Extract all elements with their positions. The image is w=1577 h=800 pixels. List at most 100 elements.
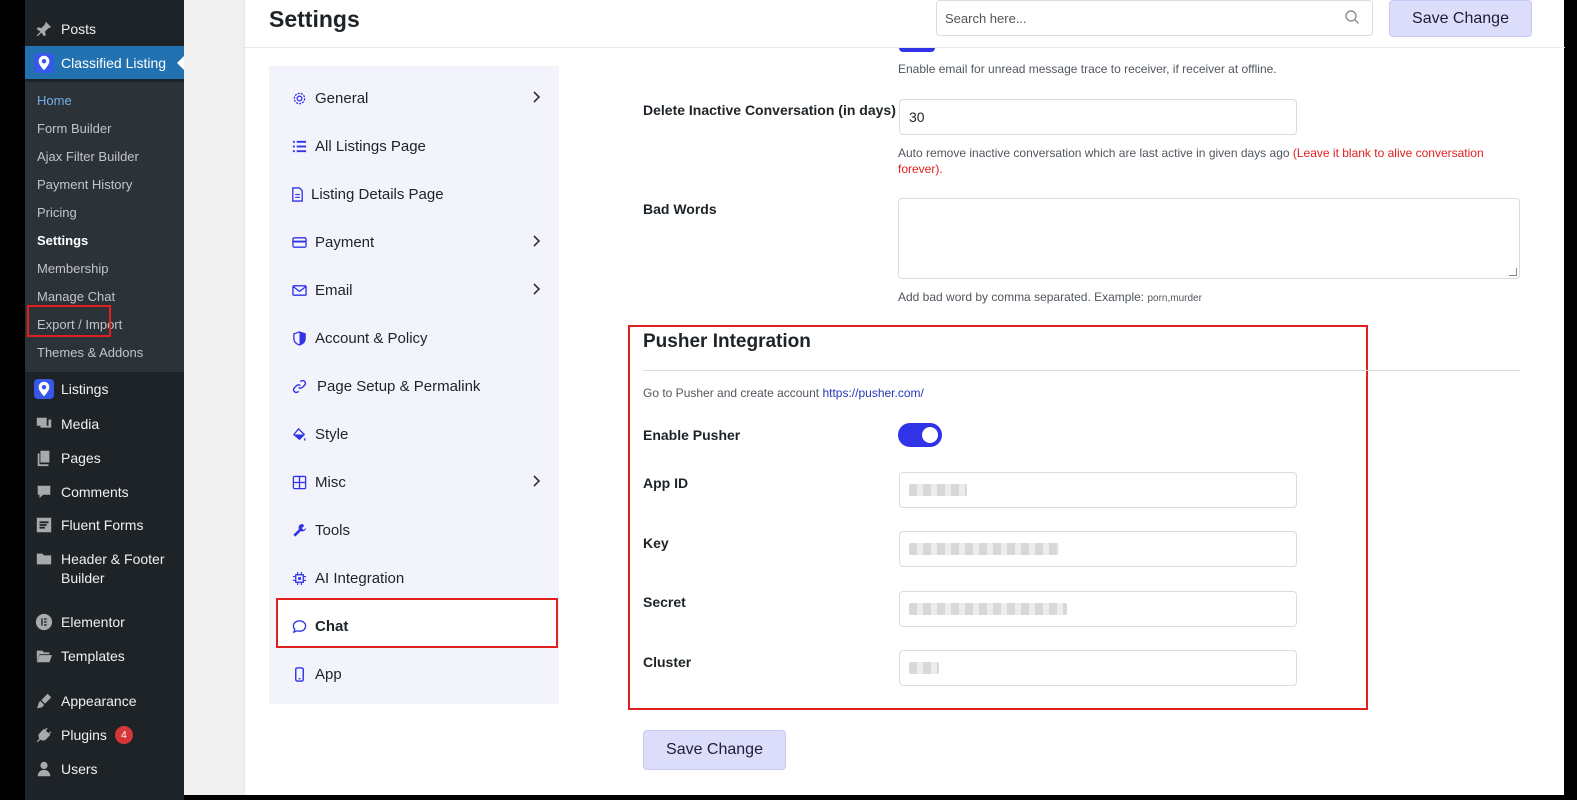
menu-header-footer[interactable]: Header & Footer: [25, 548, 184, 570]
delete-inactive-input[interactable]: 30: [899, 99, 1297, 135]
submenu-themes-addons[interactable]: Themes & Addons: [37, 345, 143, 360]
enable-pusher-toggle[interactable]: [898, 423, 942, 447]
chevron-right-icon: [533, 91, 541, 103]
nav-chat[interactable]: Chat: [269, 604, 559, 648]
pusher-link[interactable]: https://pusher.com/: [822, 386, 923, 400]
envelope-icon: [291, 282, 307, 298]
submenu-membership[interactable]: Membership: [37, 261, 109, 276]
search-input[interactable]: [937, 1, 1317, 35]
menu-elementor[interactable]: Elementor: [25, 611, 184, 633]
nav-tools[interactable]: Tools: [269, 508, 559, 552]
nav-label: General: [315, 89, 369, 107]
help-text: Add bad word by comma separated. Example…: [898, 290, 1148, 304]
menu-listings[interactable]: Listings: [25, 378, 184, 400]
pusher-section-title: Pusher Integration: [643, 331, 811, 352]
chevron-right-icon: [533, 283, 541, 295]
chat-settings-form: Enable email for unread message trace to…: [628, 48, 1535, 795]
app-id-input[interactable]: [899, 472, 1297, 508]
bad-words-label: Bad Words: [643, 201, 717, 217]
gear-icon: [291, 90, 307, 106]
nav-style[interactable]: Style: [269, 412, 559, 456]
menu-classified-listing[interactable]: Classified Listing: [25, 46, 185, 79]
cluster-input[interactable]: [899, 650, 1297, 686]
form-icon: [34, 515, 54, 535]
settings-panel: Settings Save Change General All Listing…: [244, 0, 1565, 795]
menu-label-line-2: Builder: [61, 570, 105, 586]
nav-listing-details-page[interactable]: Listing Details Page: [269, 172, 559, 216]
user-icon: [34, 759, 54, 779]
submenu-ajax-filter-builder[interactable]: Ajax Filter Builder: [37, 149, 139, 164]
key-label: Key: [643, 535, 669, 551]
resize-handle-icon[interactable]: [1509, 268, 1517, 276]
nav-misc[interactable]: Misc: [269, 460, 559, 504]
settings-highlight-box: [27, 305, 111, 337]
folder-open-icon: [34, 646, 54, 666]
menu-pages[interactable]: Pages: [25, 447, 184, 469]
menu-plugins[interactable]: Plugins 4: [25, 724, 184, 746]
mobile-icon: [291, 666, 307, 682]
menu-label: Posts: [61, 21, 97, 37]
page-title: Settings: [269, 6, 360, 32]
menu-label: Listings: [61, 381, 109, 397]
menu-label: Fluent Forms: [61, 517, 144, 533]
menu-appearance[interactable]: Appearance: [25, 690, 184, 712]
submenu-manage-chat[interactable]: Manage Chat: [37, 289, 115, 304]
secret-input[interactable]: [899, 591, 1297, 627]
menu-media[interactable]: Media: [25, 413, 184, 435]
credit-card-icon: [291, 234, 307, 250]
submenu-payment-history[interactable]: Payment History: [37, 177, 132, 192]
submenu-settings[interactable]: Settings: [37, 233, 88, 248]
chip-icon: [291, 570, 307, 586]
menu-posts[interactable]: Posts: [25, 18, 184, 40]
menu-templates[interactable]: Templates: [25, 645, 184, 667]
list-icon: [291, 138, 307, 154]
secret-label: Secret: [643, 594, 686, 610]
nav-account-policy[interactable]: Account & Policy: [269, 316, 559, 360]
brush-icon: [34, 691, 54, 711]
wp-admin-sidebar: Posts Classified Listing Home Form Build…: [25, 0, 185, 800]
help-example: porn,murder: [1147, 293, 1202, 304]
settings-nav: General All Listings Page Listing Detail…: [269, 66, 559, 704]
submenu-home[interactable]: Home: [37, 93, 72, 108]
redacted-value: [909, 603, 1067, 615]
menu-comments[interactable]: Comments: [25, 481, 184, 503]
chevron-right-icon: [533, 235, 541, 247]
key-input[interactable]: [899, 531, 1297, 567]
bad-words-textarea[interactable]: [898, 198, 1520, 279]
nav-ai-integration[interactable]: AI Integration: [269, 556, 559, 600]
grid-icon: [291, 474, 307, 490]
save-change-button[interactable]: Save Change: [1389, 0, 1532, 37]
link-icon: [291, 378, 307, 394]
nav-page-setup-permalink[interactable]: Page Setup & Permalink: [269, 364, 559, 408]
search-icon[interactable]: [1344, 9, 1360, 25]
nav-payment[interactable]: Payment: [269, 220, 559, 264]
document-icon: [289, 186, 305, 202]
paint-bucket-icon: [291, 426, 307, 442]
help-warning: (Leave it blank to alive conversation: [1292, 146, 1484, 160]
menu-label: Comments: [61, 484, 129, 500]
plug-icon: [34, 725, 54, 745]
submenu-pricing[interactable]: Pricing: [37, 205, 77, 220]
submenu-form-builder[interactable]: Form Builder: [37, 121, 111, 136]
nav-email[interactable]: Email: [269, 268, 559, 312]
menu-fluent-forms[interactable]: Fluent Forms: [25, 514, 184, 536]
search-box[interactable]: [936, 0, 1373, 36]
menu-label: Classified Listing: [61, 54, 167, 71]
email-toggle-partial[interactable]: [899, 48, 935, 52]
nav-label: Style: [315, 425, 349, 443]
delete-inactive-value: 30: [909, 109, 925, 125]
media-icon: [34, 414, 54, 434]
nav-label: Misc: [315, 473, 346, 491]
settings-header: Settings Save Change: [245, 0, 1565, 48]
delete-inactive-help: Auto remove inactive conversation which …: [898, 145, 1498, 177]
menu-label: Media: [61, 416, 100, 432]
delete-inactive-label: Delete Inactive Conversation (in days): [643, 102, 896, 118]
menu-users[interactable]: Users: [25, 758, 184, 780]
nav-general[interactable]: General: [269, 76, 559, 120]
nav-all-listings-page[interactable]: All Listings Page: [269, 124, 559, 168]
save-change-button-bottom[interactable]: Save Change: [643, 730, 786, 770]
menu-label: Plugins: [61, 727, 107, 743]
nav-app[interactable]: App: [269, 652, 559, 696]
nav-label: Chat: [315, 617, 349, 635]
help-text: Auto remove inactive conversation which …: [898, 146, 1293, 160]
